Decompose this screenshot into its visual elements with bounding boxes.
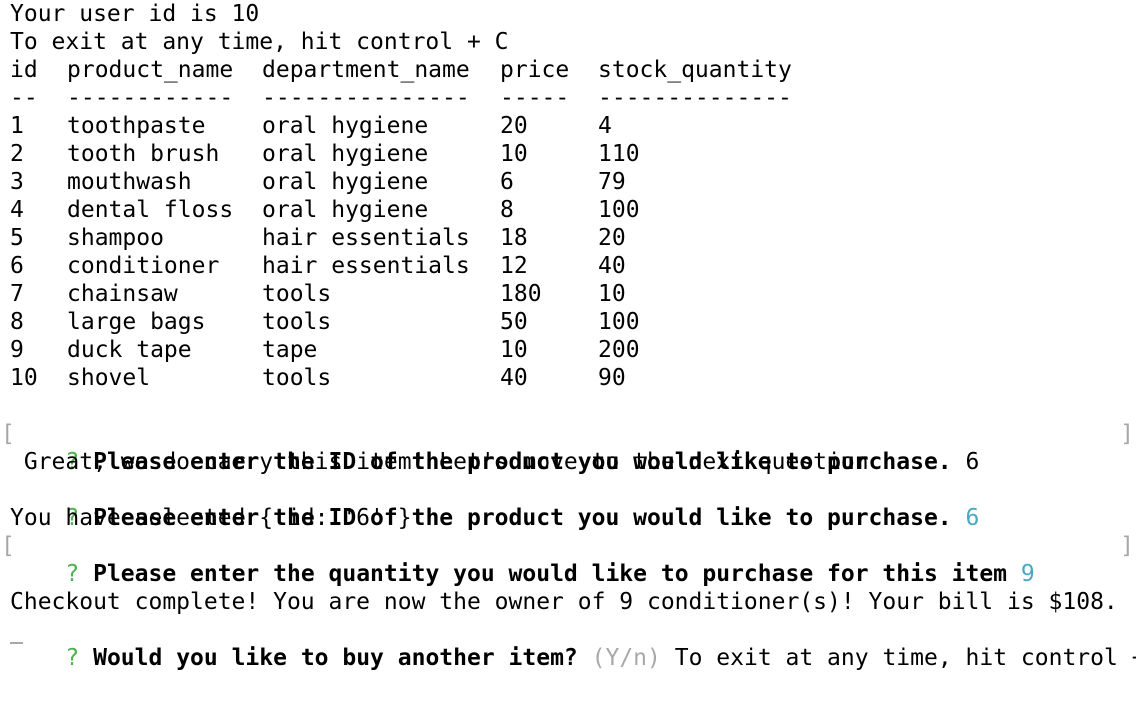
prompt-mark: ?	[65, 645, 80, 671]
cell-price: 12	[500, 253, 528, 279]
cell-department-name: hair essentials	[262, 225, 470, 251]
cell-department-name: hair essentials	[262, 253, 470, 279]
table-row: 9 duck tape tape 10 200	[10, 336, 1130, 364]
question-quantity: [? Please enter the quantity you would l…	[1, 532, 1134, 587]
header-price: price	[500, 57, 570, 83]
cell-price: 180	[500, 281, 542, 307]
cell-stock-quantity: 100	[598, 197, 640, 223]
table-row: 8 large bags tools 50 100	[10, 308, 1130, 336]
cell-department-name: oral hygiene	[262, 141, 429, 167]
cell-department-name: tape	[262, 337, 318, 363]
bracket-close: ]	[1120, 421, 1134, 447]
cell-price: 6	[500, 169, 514, 195]
question-text: Would you like to buy another item?	[93, 645, 578, 671]
terminal-output: Your user id is 10 To exit at any time, …	[1, 0, 1136, 671]
cell-id: 3	[10, 169, 24, 195]
cell-stock-quantity: 110	[598, 141, 640, 167]
table-row: 10 shovel tools 40 90	[10, 364, 1130, 392]
cell-id: 4	[10, 197, 24, 223]
separator-product-name: ------------	[67, 85, 234, 111]
cell-department-name: tools	[262, 365, 332, 391]
cell-product-name: shovel	[67, 365, 151, 391]
cell-id: 7	[10, 281, 24, 307]
cell-price: 10	[500, 141, 528, 167]
header-product-name: product_name	[67, 57, 234, 83]
cell-product-name: dental floss	[67, 197, 234, 223]
table-header-row: id product_name department_name price st…	[10, 56, 1130, 84]
cell-id: 10	[10, 365, 38, 391]
separator-department-name: ---------------	[262, 85, 470, 111]
user-id-line: Your user id is 10	[10, 1, 260, 27]
cell-price: 50	[500, 309, 528, 335]
separator-stock-quantity: --------------	[598, 85, 792, 111]
table-row: 6 conditioner hair essentials 12 40	[10, 252, 1130, 280]
header-department-name: department_name	[262, 57, 470, 83]
cell-price: 8	[500, 197, 514, 223]
table-body: 1 toothpaste oral hygiene 20 4 2 tooth brush or…	[10, 112, 1130, 392]
cell-stock-quantity: 90	[598, 365, 626, 391]
cell-product-name: duck tape	[67, 337, 192, 363]
table-row: 2 tooth brush oral hygiene 10 110	[10, 140, 1130, 168]
cell-id: 5	[10, 225, 24, 251]
cell-product-name: mouthwash	[67, 169, 192, 195]
cell-price: 40	[500, 365, 528, 391]
cell-department-name: oral hygiene	[262, 169, 429, 195]
cell-product-name: large bags	[67, 309, 206, 335]
header-stock-quantity: stock_quantity	[598, 57, 792, 83]
question-product-id-answered: ? Please enter the ID of the product you…	[10, 476, 1130, 531]
cell-product-name: shampoo	[67, 225, 164, 251]
cell-id: 8	[10, 309, 24, 335]
header-id: id	[10, 57, 38, 83]
question-product-id-typing: [? Please enter the ID of the product yo…	[1, 420, 1134, 475]
cell-stock-quantity: 100	[598, 309, 640, 335]
bracket-open: [	[1, 421, 15, 447]
table-row: 1 toothpaste oral hygiene 20 4	[10, 112, 1130, 140]
cell-product-name: conditioner	[67, 253, 220, 279]
exit-hint-inline: To exit at any time, hit control + C	[674, 645, 1136, 671]
table-row: 5 shampoo hair essentials 18 20	[10, 224, 1130, 252]
cell-stock-quantity: 40	[598, 253, 626, 279]
cell-stock-quantity: 4	[598, 113, 612, 139]
cell-stock-quantity: 79	[598, 169, 626, 195]
bracket-close: ]	[1120, 533, 1134, 559]
separator-price: -----	[500, 85, 570, 111]
cell-id: 9	[10, 337, 24, 363]
cell-product-name: tooth brush	[67, 141, 220, 167]
table-row: 3 mouthwash oral hygiene 6 79	[10, 168, 1130, 196]
table-row: 7 chainsaw tools 180 10	[10, 280, 1130, 308]
default-hint: (Y/n)	[591, 645, 661, 671]
terminal-cursor[interactable]	[10, 642, 23, 644]
cell-department-name: oral hygiene	[262, 113, 429, 139]
cell-id: 1	[10, 113, 24, 139]
cell-price: 20	[500, 113, 528, 139]
cell-product-name: chainsaw	[67, 281, 178, 307]
cell-id: 6	[10, 253, 24, 279]
separator-id: --	[10, 85, 38, 111]
confirmation-text: Great, we do carry this item! Let's move…	[23, 449, 869, 475]
bracket-open: [	[1, 533, 15, 559]
cell-product-name: toothpaste	[67, 113, 206, 139]
table-separator-row: -- ------------ --------------- ----- --…	[10, 84, 1130, 112]
cell-stock-quantity: 20	[598, 225, 626, 251]
exit-hint-line: To exit at any time, hit control + C	[10, 29, 509, 55]
cell-stock-quantity: 10	[598, 281, 626, 307]
cell-id: 2	[10, 141, 24, 167]
checkout-line: Checkout complete! You are now the owner…	[10, 589, 1118, 615]
table-row: 4 dental floss oral hygiene 8 100	[10, 196, 1130, 224]
cell-price: 18	[500, 225, 528, 251]
cell-department-name: oral hygiene	[262, 197, 429, 223]
cell-price: 10	[500, 337, 528, 363]
cell-stock-quantity: 200	[598, 337, 640, 363]
question-buy-another[interactable]: ? Would you like to buy another item? (Y…	[10, 616, 1136, 671]
cell-department-name: tools	[262, 281, 332, 307]
cell-department-name: tools	[262, 309, 332, 335]
selected-line: You have selected { id: '6' }	[10, 505, 412, 531]
confirmation-line: Great, we do carry this item! Let's move…	[10, 448, 1130, 476]
